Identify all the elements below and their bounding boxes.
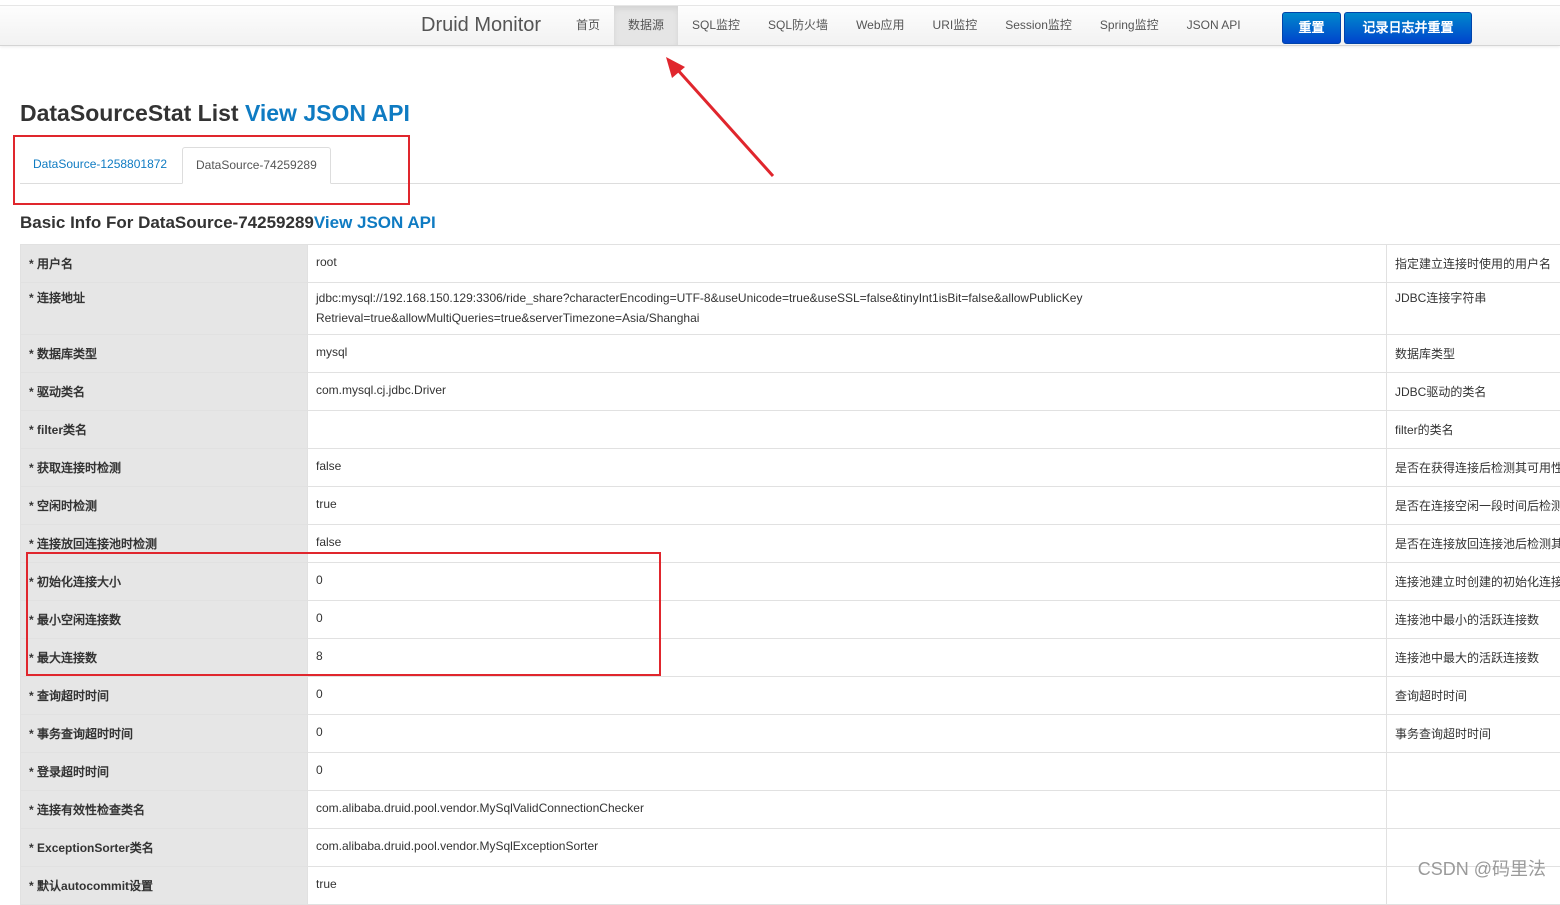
table-row: filter类名 filter的类名 — [21, 411, 1560, 449]
row-key: 连接有效性检查类名 — [21, 791, 308, 829]
table-row: 连接地址jdbc:mysql://192.168.150.129:3306/ri… — [21, 283, 1560, 335]
row-key: 获取连接时检测 — [21, 449, 308, 487]
table-row: 查询超时时间0查询超时时间 — [21, 677, 1560, 715]
row-key: 查询超时时间 — [21, 677, 308, 715]
table-row: 获取连接时检测false是否在获得连接后检测其可用性 — [21, 449, 1560, 487]
row-value: 0 — [308, 601, 1387, 639]
nav-item-8[interactable]: JSON API — [1173, 6, 1255, 45]
row-description: 是否在连接放回连接池后检测其 — [1387, 525, 1560, 563]
row-description — [1387, 753, 1560, 791]
table-row: ExceptionSorter类名com.alibaba.druid.pool.… — [21, 829, 1560, 867]
view-json-api-link[interactable]: View JSON API — [245, 100, 410, 126]
table-row: 用户名root指定建立连接时使用的用户名 — [21, 245, 1560, 283]
row-value: 0 — [308, 753, 1387, 791]
row-key: 数据库类型 — [21, 335, 308, 373]
row-description: filter的类名 — [1387, 411, 1560, 449]
row-value: root — [308, 245, 1387, 283]
nav-item-2[interactable]: SQL监控 — [678, 6, 754, 45]
arrow-head — [666, 57, 685, 78]
row-description: 是否在获得连接后检测其可用性 — [1387, 449, 1560, 487]
row-key: ExceptionSorter类名 — [21, 829, 308, 867]
row-description: 连接池中最大的活跃连接数 — [1387, 639, 1560, 677]
row-value: mysql — [308, 335, 1387, 373]
nav-item-6[interactable]: Session监控 — [991, 6, 1086, 45]
row-key: 连接地址 — [21, 283, 308, 335]
table-row: 登录超时时间0 — [21, 753, 1560, 791]
table-row: 连接有效性检查类名com.alibaba.druid.pool.vendor.M… — [21, 791, 1560, 829]
row-value — [308, 411, 1387, 449]
main-nav: 首页数据源SQL监控SQL防火墙Web应用URI监控Session监控Sprin… — [562, 6, 1255, 45]
top-navbar: Druid Monitor 首页数据源SQL监控SQL防火墙Web应用URI监控… — [0, 0, 1560, 46]
row-value: com.alibaba.druid.pool.vendor.MySqlExcep… — [308, 829, 1387, 867]
basic-info-table: 用户名root指定建立连接时使用的用户名连接地址jdbc:mysql://192… — [20, 244, 1560, 905]
table-row: 事务查询超时时间0事务查询超时时间 — [21, 715, 1560, 753]
nav-item-1[interactable]: 数据源 — [614, 6, 678, 45]
row-description: 连接池建立时创建的初始化连接 — [1387, 563, 1560, 601]
page-title: DataSourceStat List View JSON API — [20, 100, 410, 127]
table-row: 驱动类名com.mysql.cj.jdbc.DriverJDBC驱动的类名 — [21, 373, 1560, 411]
row-key: 用户名 — [21, 245, 308, 283]
basic-info-title: Basic Info For DataSource-74259289 — [20, 213, 314, 232]
row-description: 连接池中最小的活跃连接数 — [1387, 601, 1560, 639]
table-row: 连接放回连接池时检测false是否在连接放回连接池后检测其 — [21, 525, 1560, 563]
table-row: 空闲时检测true是否在连接空闲一段时间后检测 — [21, 487, 1560, 525]
tab-datasource-74259289[interactable]: DataSource-74259289 — [182, 147, 331, 184]
row-value: 0 — [308, 563, 1387, 601]
table-row: 最小空闲连接数0连接池中最小的活跃连接数 — [21, 601, 1560, 639]
row-key: 最小空闲连接数 — [21, 601, 308, 639]
reset-button[interactable]: 重置 — [1282, 12, 1341, 44]
row-value: 0 — [308, 677, 1387, 715]
row-key: filter类名 — [21, 411, 308, 449]
row-key: 连接放回连接池时检测 — [21, 525, 308, 563]
row-value: true — [308, 487, 1387, 525]
nav-item-4[interactable]: Web应用 — [842, 6, 918, 45]
row-value: jdbc:mysql://192.168.150.129:3306/ride_s… — [308, 283, 1387, 335]
row-key: 驱动类名 — [21, 373, 308, 411]
nav-item-5[interactable]: URI监控 — [919, 6, 992, 45]
row-key: 事务查询超时时间 — [21, 715, 308, 753]
row-key: 空闲时检测 — [21, 487, 308, 525]
row-description: 指定建立连接时使用的用户名 — [1387, 245, 1560, 283]
watermark: CSDN @码里法 — [1418, 855, 1546, 881]
row-value: com.mysql.cj.jdbc.Driver — [308, 373, 1387, 411]
row-description: JDBC连接字符串 — [1387, 283, 1560, 335]
basic-info-heading: Basic Info For DataSource-74259289View J… — [20, 213, 436, 233]
nav-item-3[interactable]: SQL防火墙 — [754, 6, 842, 45]
row-description: JDBC驱动的类名 — [1387, 373, 1560, 411]
page-title-text: DataSourceStat List — [20, 100, 245, 126]
table-row: 初始化连接大小0连接池建立时创建的初始化连接 — [21, 563, 1560, 601]
row-description: 查询超时时间 — [1387, 677, 1560, 715]
datasource-tabs: DataSource-1258801872 DataSource-7425928… — [20, 147, 1560, 184]
row-description — [1387, 791, 1560, 829]
row-key: 初始化连接大小 — [21, 563, 308, 601]
basic-info-json-link[interactable]: View JSON API — [314, 213, 436, 232]
row-value: 8 — [308, 639, 1387, 677]
table-row: 最大连接数8连接池中最大的活跃连接数 — [21, 639, 1560, 677]
row-description: 是否在连接空闲一段时间后检测 — [1387, 487, 1560, 525]
row-key: 登录超时时间 — [21, 753, 308, 791]
row-key: 最大连接数 — [21, 639, 308, 677]
log-and-reset-button[interactable]: 记录日志并重置 — [1344, 12, 1472, 44]
tab-datasource-1258801872[interactable]: DataSource-1258801872 — [20, 147, 180, 182]
row-value: 0 — [308, 715, 1387, 753]
row-value: com.alibaba.druid.pool.vendor.MySqlValid… — [308, 791, 1387, 829]
table-row: 数据库类型mysql数据库类型 — [21, 335, 1560, 373]
brand-title[interactable]: Druid Monitor — [421, 14, 541, 37]
nav-item-7[interactable]: Spring监控 — [1086, 6, 1173, 45]
row-value: false — [308, 449, 1387, 487]
nav-item-0[interactable]: 首页 — [562, 6, 614, 45]
row-description: 事务查询超时时间 — [1387, 715, 1560, 753]
row-value: false — [308, 525, 1387, 563]
row-description: 数据库类型 — [1387, 335, 1560, 373]
